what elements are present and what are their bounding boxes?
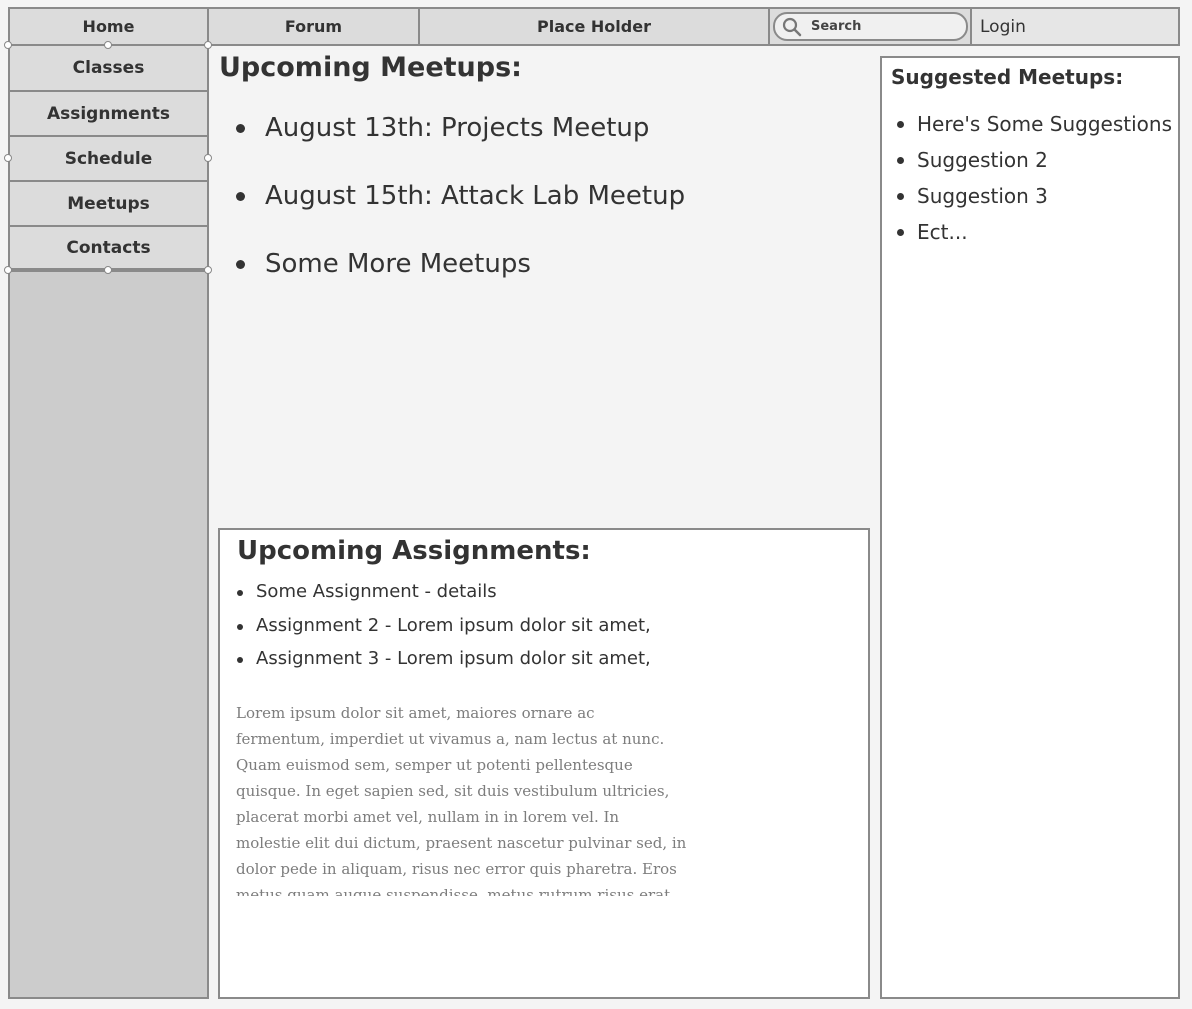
suggested-item[interactable]: Suggestion 3 (891, 182, 1176, 218)
sidebar-item-label: Contacts (66, 237, 151, 258)
assignment-item[interactable]: Assignment 3 - Lorem ipsum dolor sit ame… (237, 647, 857, 681)
meetup-item[interactable]: August 15th: Attack Lab Meetup (219, 180, 859, 248)
sidebar-item-assignments[interactable]: Assignments (8, 90, 209, 137)
nav-forum-button[interactable]: Forum (207, 7, 420, 46)
meetups-title: Upcoming Meetups: (219, 52, 522, 83)
sidebar-item-label: Schedule (64, 148, 153, 169)
suggested-item[interactable]: Ect... (891, 218, 1176, 254)
meetup-item[interactable]: Some More Meetups (219, 248, 859, 316)
search-input[interactable]: Search (773, 12, 968, 41)
selection-handle[interactable] (204, 41, 212, 49)
nav-placeholder-label: Place Holder (537, 17, 651, 36)
search-placeholder: Search (811, 19, 862, 34)
selection-handle[interactable] (104, 41, 112, 49)
nav-home-label: Home (82, 17, 135, 36)
search-container: Search (768, 7, 972, 46)
assignments-list: Some Assignment - details Assignment 2 -… (237, 580, 857, 681)
search-icon (782, 17, 802, 36)
nav-forum-label: Forum (284, 17, 343, 36)
sidebar-item-label: Meetups (67, 193, 150, 214)
assignments-panel: Upcoming Assignments: Some Assignment - … (218, 528, 870, 999)
login-button[interactable]: Login (970, 7, 1180, 46)
meetups-list: August 13th: Projects Meetup August 15th… (219, 112, 859, 316)
sidebar-item-label: Classes (72, 58, 145, 78)
login-label: Login (980, 16, 1026, 37)
nav-placeholder-button[interactable]: Place Holder (418, 7, 770, 46)
assignment-item[interactable]: Some Assignment - details (237, 580, 857, 614)
selection-handle[interactable] (104, 266, 112, 274)
suggested-panel: Suggested Meetups: Here's Some Suggestio… (880, 56, 1180, 999)
assignments-body-text: Lorem ipsum dolor sit amet, maiores orna… (236, 704, 687, 896)
selection-handle[interactable] (4, 41, 12, 49)
assignment-item[interactable]: Assignment 2 - Lorem ipsum dolor sit ame… (237, 614, 857, 648)
assignments-title: Upcoming Assignments: (237, 536, 591, 566)
meetups-section: Upcoming Meetups: (219, 52, 859, 83)
selection-handle[interactable] (4, 154, 12, 162)
sidebar-item-label: Assignments (46, 103, 171, 124)
sidebar-item-classes[interactable]: Classes (8, 44, 209, 92)
sidebar-item-meetups[interactable]: Meetups (8, 180, 209, 227)
sidebar-item-contacts[interactable]: Contacts (8, 225, 209, 272)
suggested-list: Here's Some Suggestions Suggestion 2 Sug… (891, 110, 1176, 254)
meetup-item[interactable]: August 13th: Projects Meetup (219, 112, 859, 180)
selection-handle[interactable] (204, 154, 212, 162)
suggested-item[interactable]: Here's Some Suggestions (891, 110, 1176, 146)
suggested-item[interactable]: Suggestion 2 (891, 146, 1176, 182)
sidebar-item-schedule[interactable]: Schedule (8, 135, 209, 182)
suggested-title: Suggested Meetups: (891, 65, 1124, 89)
selection-handle[interactable] (204, 266, 212, 274)
selection-handle[interactable] (4, 266, 12, 274)
